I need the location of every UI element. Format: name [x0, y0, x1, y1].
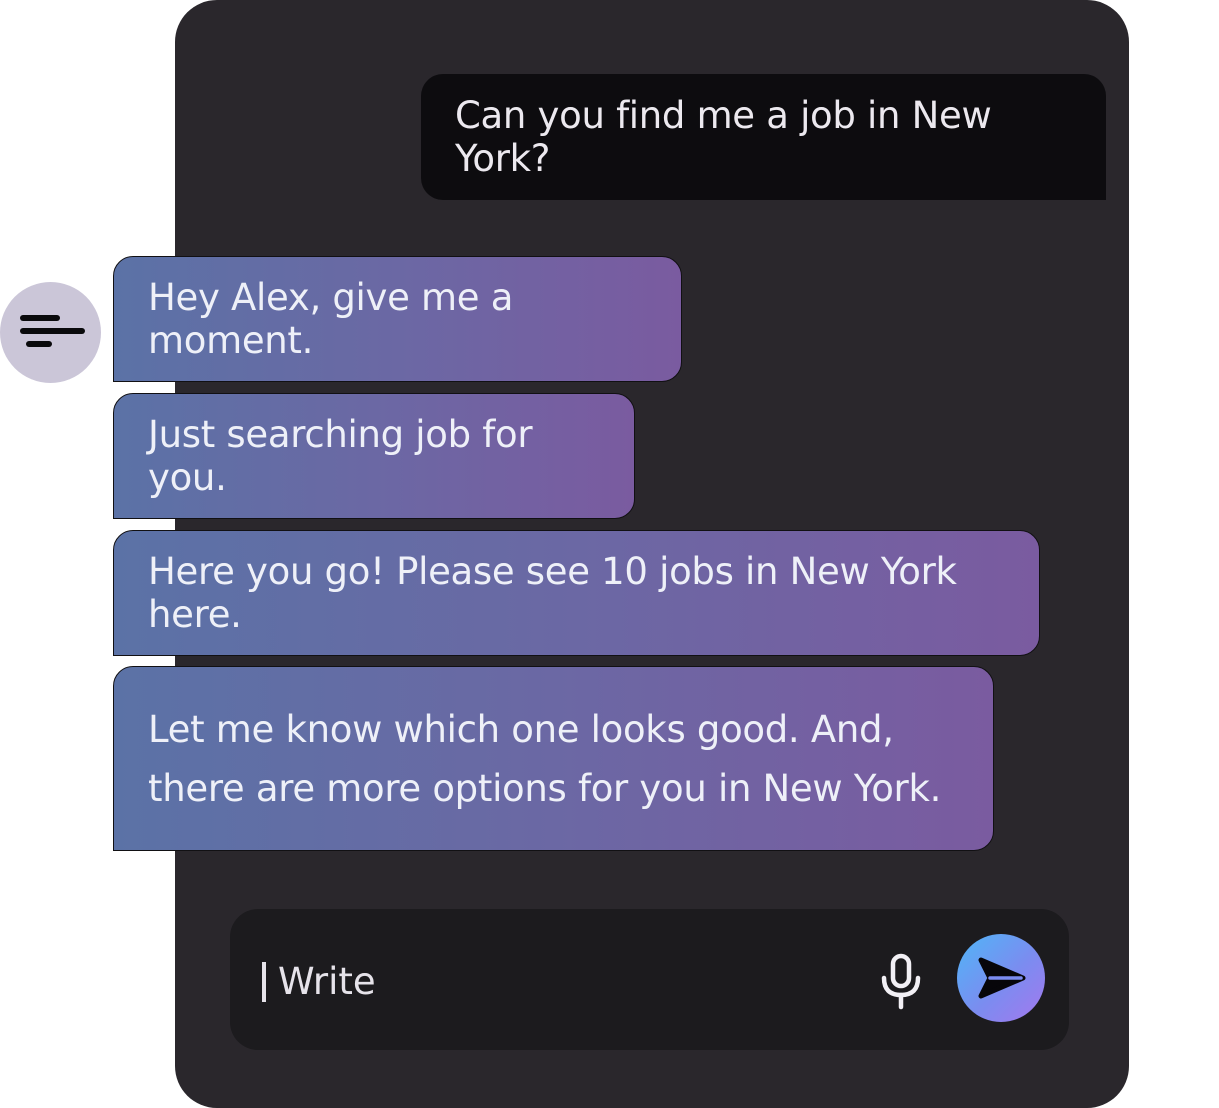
send-button[interactable] [957, 934, 1045, 1022]
message-input[interactable] [278, 955, 838, 1007]
assistant-message-text: Let me know which one looks good. And, t… [148, 707, 942, 810]
send-arrow-icon [978, 957, 1026, 999]
text-caret [262, 962, 266, 1002]
assistant-avatar [0, 282, 101, 383]
user-message-text: Can you find me a job in New York? [455, 94, 992, 180]
assistant-message-text: Just searching job for you. [148, 413, 533, 499]
assistant-message: Just searching job for you. [113, 393, 635, 519]
user-message: Can you find me a job in New York? [421, 74, 1106, 200]
assistant-message-text: Here you go! Please see 10 jobs in New Y… [148, 550, 957, 636]
microphone-button[interactable] [878, 951, 924, 1011]
assistant-message: Here you go! Please see 10 jobs in New Y… [113, 530, 1040, 656]
microphone-icon [881, 953, 921, 1010]
assistant-message: Hey Alex, give me a moment. [113, 256, 682, 382]
message-composer [230, 909, 1069, 1050]
assistant-lines-icon [20, 315, 85, 347]
assistant-message: Let me know which one looks good. And, t… [113, 666, 994, 851]
assistant-message-text: Hey Alex, give me a moment. [148, 276, 514, 362]
chat-window: Can you find me a job in New York? Hey A… [0, 0, 1219, 1108]
